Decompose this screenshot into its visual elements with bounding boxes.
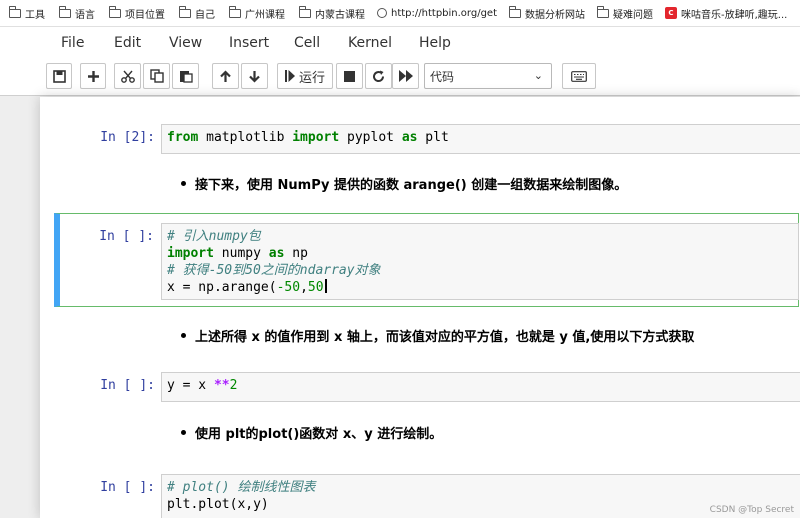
move-down-button[interactable]	[241, 63, 268, 89]
markdown-cell[interactable]: 使用 plt的plot()函数对 x、y 进行绘制。	[181, 423, 442, 442]
folder-icon	[597, 5, 609, 18]
code-input[interactable]: from matplotlib import pyplot as plt	[161, 124, 800, 154]
bookmark-inner-mongolia[interactable]: 内蒙古课程	[299, 5, 365, 21]
copy-button[interactable]	[143, 63, 170, 89]
markdown-cell[interactable]: 上述所得 x 的值作用到 x 轴上，而该值对应的平方值，也就是 y 值,使用以下…	[181, 326, 694, 345]
toolbar: 运行 代码 ⌄	[0, 57, 800, 96]
cell-type-select[interactable]: 代码 ⌄	[424, 63, 552, 89]
move-up-button[interactable]	[212, 63, 239, 89]
scissors-icon	[120, 70, 135, 83]
cell-prompt: In [ ]:	[100, 378, 155, 393]
keyboard-icon	[571, 70, 587, 82]
bookmark-httpbin[interactable]: http://httpbin.org/get	[377, 8, 497, 19]
menu-help[interactable]: Help	[419, 35, 451, 51]
save-button[interactable]	[46, 63, 72, 89]
menu-bar: File Edit View Insert Cell Kernel Help	[0, 27, 800, 57]
code-input[interactable]: y = x **2	[161, 372, 800, 402]
code-cell-selected[interactable]: In [ ]: # 引入numpy包 import numpy as np # …	[54, 213, 799, 307]
code-input[interactable]: # plot() 绘制线性图表 plt.plot(x,y)	[161, 474, 800, 518]
bookmark-project[interactable]: 项目位置	[109, 5, 165, 21]
stop-icon	[344, 70, 355, 82]
folder-icon	[9, 5, 21, 18]
cell-prompt: In [2]:	[100, 130, 155, 145]
arrow-up-icon	[220, 69, 231, 82]
copy-icon	[149, 69, 164, 83]
menu-edit[interactable]: Edit	[114, 35, 141, 51]
paste-button[interactable]	[172, 63, 199, 89]
migu-icon: C	[665, 7, 677, 19]
fast-forward-icon	[398, 70, 413, 82]
menu-cell[interactable]: Cell	[294, 35, 320, 51]
cut-button[interactable]	[114, 63, 141, 89]
code-cell[interactable]: In [2]: from matplotlib import pyplot as…	[55, 119, 800, 159]
folder-icon	[229, 5, 241, 18]
bookmark-migu[interactable]: C 咪咕音乐-放肆听,趣玩...	[665, 6, 787, 21]
bullet-icon	[181, 181, 186, 186]
menu-view[interactable]: View	[169, 35, 202, 51]
arrow-down-icon	[249, 70, 260, 83]
notebook-container: In [2]: from matplotlib import pyplot as…	[40, 97, 800, 518]
code-cell[interactable]: In [ ]: y = x **2	[55, 367, 800, 407]
menu-insert[interactable]: Insert	[229, 35, 269, 51]
bookmark-self[interactable]: 自己	[179, 5, 215, 21]
code-input[interactable]: # 引入numpy包 import numpy as np # 获得-50到50…	[161, 223, 799, 300]
run-button[interactable]: 运行	[277, 63, 333, 89]
menu-file[interactable]: File	[61, 35, 84, 51]
run-icon	[284, 70, 295, 82]
folder-icon	[109, 5, 121, 18]
text-cursor	[324, 279, 327, 293]
restart-button[interactable]	[365, 63, 392, 89]
bookmark-guangzhou[interactable]: 广州课程	[229, 5, 285, 21]
watermark: CSDN @Top Secret	[709, 505, 794, 515]
cell-prompt: In [ ]:	[100, 480, 155, 495]
folder-icon	[299, 5, 311, 18]
save-icon	[52, 69, 66, 83]
bookmark-tools[interactable]: 工具	[9, 5, 45, 21]
menu-kernel[interactable]: Kernel	[348, 35, 392, 51]
bullet-icon	[181, 430, 186, 435]
plus-icon	[87, 70, 99, 82]
bookmark-data-analysis[interactable]: 数据分析网站	[509, 5, 585, 21]
folder-icon	[179, 5, 191, 18]
markdown-cell[interactable]: 接下来，使用 NumPy 提供的函数 arange() 创建一组数据来绘制图像。	[181, 174, 627, 193]
cell-prompt: In [ ]:	[99, 229, 154, 244]
globe-icon	[377, 8, 387, 18]
command-palette-button[interactable]	[562, 63, 596, 89]
paste-icon	[179, 71, 193, 83]
insert-cell-button[interactable]	[80, 63, 106, 89]
interrupt-button[interactable]	[336, 63, 363, 89]
folder-icon	[509, 5, 521, 18]
restart-run-all-button[interactable]	[392, 63, 419, 89]
bookmark-language[interactable]: 语言	[59, 5, 95, 21]
bookmarks-bar: 工具 语言 项目位置 自己 广州课程 内蒙古课程 http://httpbin.…	[0, 0, 800, 27]
bookmark-problems[interactable]: 疑难问题	[597, 5, 653, 21]
code-cell[interactable]: In [ ]: # plot() 绘制线性图表 plt.plot(x,y)	[55, 469, 800, 518]
bullet-icon	[181, 333, 186, 338]
folder-icon	[59, 5, 71, 18]
chevron-down-icon: ⌄	[533, 69, 543, 82]
refresh-icon	[373, 70, 385, 82]
